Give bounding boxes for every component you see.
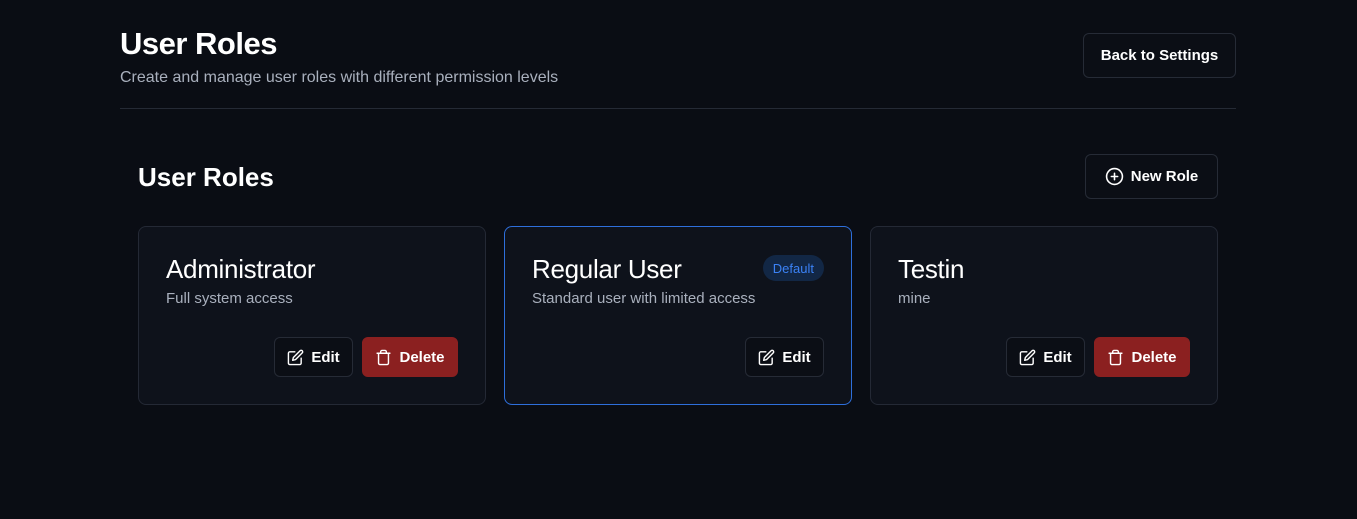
role-card-testin: Testin mine Edit Delete (870, 226, 1218, 405)
page-subtitle: Create and manage user roles with differ… (120, 69, 559, 86)
role-name: Testin (898, 254, 965, 284)
delete-label: Delete (399, 348, 445, 366)
edit-icon (758, 349, 775, 366)
page-title: User Roles (120, 26, 277, 61)
new-role-label: New Role (1130, 168, 1199, 185)
edit-role-button[interactable]: Edit (274, 337, 353, 377)
role-card-regular-user: Regular User Default Standard user with … (504, 226, 852, 405)
edit-icon (287, 349, 304, 366)
edit-label: Edit (1043, 348, 1072, 366)
back-to-settings-label: Back to Settings (1100, 47, 1219, 64)
delete-role-button[interactable]: Delete (362, 337, 458, 377)
role-name: Administrator (166, 254, 316, 284)
edit-label: Edit (782, 348, 811, 366)
new-role-button[interactable]: New Role (1085, 154, 1218, 199)
delete-label: Delete (1131, 348, 1177, 366)
role-description: Standard user with limited access (532, 290, 756, 307)
edit-role-button[interactable]: Edit (745, 337, 824, 377)
role-description: Full system access (166, 290, 293, 307)
edit-icon (1019, 349, 1036, 366)
default-badge: Default (762, 255, 824, 281)
edit-label: Edit (311, 348, 340, 366)
page-header: User Roles Create and manage user roles … (120, 22, 1236, 109)
edit-role-button[interactable]: Edit (1006, 337, 1085, 377)
role-card-administrator: Administrator Full system access Edit De… (138, 226, 486, 405)
trash-icon (1107, 349, 1124, 366)
section-title: User Roles (138, 162, 274, 192)
plus-circle-icon (1105, 167, 1124, 186)
role-name: Regular User (532, 254, 682, 284)
delete-role-button[interactable]: Delete (1094, 337, 1190, 377)
back-to-settings-button[interactable]: Back to Settings (1083, 33, 1236, 78)
trash-icon (375, 349, 392, 366)
role-description: mine (898, 290, 931, 307)
